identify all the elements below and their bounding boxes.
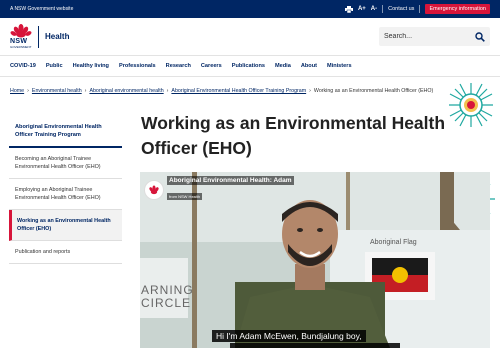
top-utility-bar: A NSW Government website A+ A- Contact u… bbox=[0, 0, 500, 18]
video-caption: Hi I'm Adam McEwen, Bundjalung boy, bbox=[212, 330, 366, 342]
site-header: NSW GOVERNMENT Health bbox=[0, 18, 500, 56]
utility-tools: A+ A- Contact us Emergency information bbox=[344, 4, 490, 14]
printer-icon[interactable] bbox=[344, 5, 353, 13]
sidebar-item-publications[interactable]: Publication and reports bbox=[9, 241, 122, 264]
breadcrumb-link-training-program[interactable]: Aboriginal Environmental Health Officer … bbox=[171, 88, 306, 94]
nav-item-professionals[interactable]: Professionals bbox=[119, 63, 156, 69]
waratah-icon bbox=[10, 24, 32, 38]
sidebar-item-working-as-eho[interactable]: Working as an Environmental Health Offic… bbox=[9, 210, 122, 241]
breadcrumb-link-aboriginal-environmental-health[interactable]: Aboriginal environmental health bbox=[89, 88, 163, 94]
nav-item-covid-19[interactable]: COVID-19 bbox=[10, 63, 36, 69]
sidebar-item-employing-trainee[interactable]: Employing an Aboriginal Trainee Environm… bbox=[9, 179, 122, 210]
nav-item-ministers[interactable]: Ministers bbox=[327, 63, 352, 69]
nav-item-media[interactable]: Media bbox=[275, 63, 291, 69]
government-notice: A NSW Government website bbox=[10, 6, 74, 12]
breadcrumb-link-home[interactable]: Home bbox=[10, 88, 24, 94]
search-box bbox=[379, 27, 490, 46]
video-title-block: Aboriginal Environmental Health: Adam fr… bbox=[167, 176, 294, 203]
nav-item-public[interactable]: Public bbox=[46, 63, 63, 69]
video-channel-info[interactable]: Aboriginal Environmental Health: Adam fr… bbox=[144, 176, 294, 203]
breadcrumb-separator: › bbox=[84, 88, 87, 94]
nsw-health-logo[interactable]: NSW GOVERNMENT Health bbox=[10, 24, 69, 49]
divider bbox=[382, 5, 384, 13]
nav-item-careers[interactable]: Careers bbox=[201, 63, 222, 69]
breadcrumb-current: Working as an Environmental Health Offic… bbox=[313, 88, 434, 94]
channel-avatar[interactable] bbox=[144, 179, 164, 200]
nav-item-research[interactable]: Research bbox=[166, 63, 191, 69]
section-sidebar: Aboriginal Environmental Health Officer … bbox=[9, 115, 122, 264]
background-sign-text: ARNING CIRCLE bbox=[141, 283, 194, 310]
nav-item-about[interactable]: About bbox=[301, 63, 317, 69]
video-caption-next-line bbox=[230, 343, 400, 348]
text-larger-button[interactable]: A+ bbox=[358, 6, 366, 12]
emergency-information-button[interactable]: Emergency information bbox=[425, 4, 490, 14]
search-icon[interactable] bbox=[475, 31, 485, 42]
waratah-icon bbox=[149, 185, 159, 194]
text-smaller-button[interactable]: A- bbox=[371, 6, 377, 12]
logo-divider bbox=[38, 25, 39, 48]
breadcrumb-separator: › bbox=[166, 88, 169, 94]
page-title: Working as an Environmental Health Offic… bbox=[141, 113, 446, 158]
nav-item-healthy-living[interactable]: Healthy living bbox=[73, 63, 109, 69]
nsw-government-logo: NSW GOVERNMENT bbox=[10, 24, 32, 49]
breadcrumb: Home › Environmental health › Aboriginal env… bbox=[10, 87, 480, 95]
background-sign-text: Aboriginal Flag bbox=[370, 239, 417, 246]
sidebar-item-becoming-trainee[interactable]: Becoming an Aboriginal Trainee Environme… bbox=[9, 148, 122, 179]
video-player[interactable]: Aboriginal Flag ARNING CIRCLE Aboriginal… bbox=[140, 172, 490, 348]
nav-item-publications[interactable]: Publications bbox=[232, 63, 265, 69]
sidebar-heading[interactable]: Aboriginal Environmental Health Officer … bbox=[9, 115, 122, 148]
contact-us-link[interactable]: Contact us bbox=[388, 6, 414, 12]
logo-wordmark: NSW bbox=[10, 38, 28, 45]
search-input[interactable] bbox=[384, 33, 475, 40]
divider bbox=[419, 5, 421, 13]
video-channel-name[interactable]: from NSW Health bbox=[167, 193, 203, 200]
breadcrumb-separator: › bbox=[27, 88, 29, 94]
main-navigation: COVID-19 Public Healthy living Professio… bbox=[0, 56, 500, 77]
logo-subtext: GOVERNMENT bbox=[10, 45, 32, 49]
breadcrumb-separator: › bbox=[309, 88, 311, 94]
breadcrumb-link-environmental-health[interactable]: Environmental health bbox=[32, 88, 82, 94]
health-label: Health bbox=[45, 32, 70, 41]
video-title[interactable]: Aboriginal Environmental Health: Adam bbox=[167, 176, 294, 185]
